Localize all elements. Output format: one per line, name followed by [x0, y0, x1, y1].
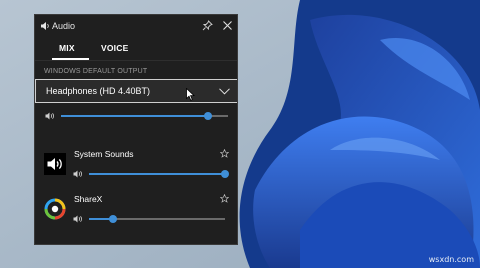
slider-thumb[interactable]	[203, 112, 212, 120]
output-device-dropdown[interactable]: Headphones (HD 4.40BT)	[35, 79, 237, 103]
watermark-text: wsxdn.com	[428, 255, 474, 264]
tabs-divider	[35, 60, 237, 61]
output-device-value: Headphones (HD 4.40BT)	[46, 86, 151, 96]
master-volume-icon	[45, 112, 54, 120]
close-icon[interactable]	[222, 20, 233, 31]
output-section-label: WINDOWS DEFAULT OUTPUT	[44, 68, 148, 75]
slider-thumb[interactable]	[109, 215, 118, 223]
star-icon[interactable]	[220, 149, 229, 158]
system-sounds-volume-slider[interactable]	[89, 169, 229, 179]
system-sounds-volume-icon	[73, 170, 82, 178]
widget-tabs: MIX VOICE	[35, 40, 237, 62]
slider-fill	[61, 115, 208, 117]
master-volume-slider[interactable]	[61, 111, 228, 121]
slider-fill	[89, 173, 225, 175]
tab-voice[interactable]: VOICE	[101, 43, 128, 53]
pin-icon[interactable]	[202, 20, 213, 31]
sharex-app-icon	[44, 198, 66, 220]
sharex-volume-slider[interactable]	[89, 214, 225, 224]
speaker-icon	[41, 22, 49, 30]
app-name-system-sounds: System Sounds	[74, 149, 134, 159]
widget-titlebar[interactable]: Audio	[35, 15, 237, 37]
app-name-sharex: ShareX	[74, 194, 103, 204]
audio-widget-panel: Audio MIX VOICE WINDOWS DEFAULT OUTPUT H…	[34, 14, 238, 245]
tab-mix[interactable]: MIX	[59, 43, 75, 53]
mouse-cursor-icon	[186, 88, 195, 101]
sharex-volume-icon	[73, 215, 82, 223]
speaker-app-icon	[44, 153, 66, 175]
widget-title: Audio	[52, 21, 76, 31]
slider-thumb[interactable]	[221, 170, 229, 178]
star-icon[interactable]	[220, 194, 229, 203]
chevron-down-icon	[219, 88, 230, 95]
